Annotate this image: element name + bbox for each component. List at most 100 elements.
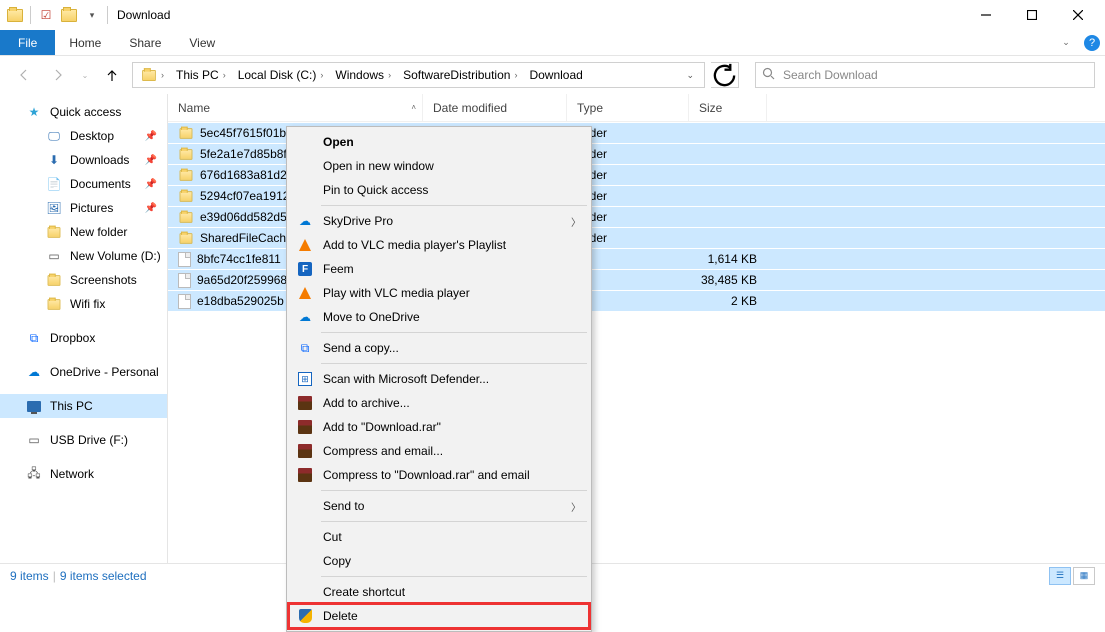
address-bar[interactable]: › This PC› Local Disk (C:)› Windows› Sof… (132, 62, 705, 88)
breadcrumb-segment[interactable]: This PC› (172, 68, 232, 82)
sidebar-item[interactable]: Wifi fix (0, 292, 167, 316)
sidebar-item-icon (46, 272, 62, 288)
sidebar-usb-drive[interactable]: ▭ USB Drive (F:) (0, 428, 167, 452)
menu-item-label: Create shortcut (323, 585, 405, 599)
help-icon[interactable]: ? (1079, 30, 1105, 55)
menu-separator (321, 576, 587, 577)
menu-separator (321, 490, 587, 491)
folder-icon (4, 4, 26, 26)
menu-item[interactable]: ☁SkyDrive Pro〉 (289, 209, 589, 233)
menu-separator (321, 205, 587, 206)
qat-properties-icon[interactable]: ☑ (35, 4, 57, 26)
menu-item-label: Copy (323, 554, 351, 568)
view-details-button[interactable]: ☰ (1049, 567, 1071, 585)
menu-item[interactable]: Compress to "Download.rar" and email (289, 463, 589, 487)
nav-up-button[interactable] (98, 61, 126, 89)
sidebar-item-label: New folder (70, 225, 127, 239)
tab-home[interactable]: Home (55, 30, 115, 55)
pin-icon: 📌 (145, 131, 157, 142)
menu-item[interactable]: Delete (289, 604, 589, 628)
address-dropdown-icon[interactable]: ⌄ (680, 70, 700, 81)
menu-item[interactable]: Send to〉 (289, 494, 589, 518)
ribbon-tabs: File Home Share View ⌄ ? (0, 30, 1105, 56)
sidebar-network[interactable]: 🖧 Network (0, 462, 167, 486)
nav-recent-dropdown[interactable]: ⌄ (78, 61, 92, 89)
menu-item[interactable]: ⊞Scan with Microsoft Defender... (289, 367, 589, 391)
sidebar-item[interactable]: 🖵Desktop📌 (0, 124, 167, 148)
sidebar-item[interactable]: ▭New Volume (D:) (0, 244, 167, 268)
menu-item[interactable]: ☁Move to OneDrive (289, 305, 589, 329)
sidebar-item[interactable]: 🖼Pictures📌 (0, 196, 167, 220)
menu-item[interactable]: Cut (289, 525, 589, 549)
menu-item-label: Add to archive... (323, 396, 410, 410)
address-bar-row: ⌄ › This PC› Local Disk (C:)› Windows› S… (0, 56, 1105, 94)
breadcrumb-segment[interactable]: Download (525, 68, 586, 82)
menu-item-label: Send to (323, 499, 364, 513)
defender-icon: ⊞ (295, 369, 315, 389)
view-large-icons-button[interactable]: ▦ (1073, 567, 1095, 585)
breadcrumb-segment[interactable]: Local Disk (C:)› (234, 68, 330, 82)
search-icon (762, 67, 775, 83)
breadcrumb-segment[interactable]: Windows› (331, 68, 397, 82)
sidebar-dropbox[interactable]: ⧉ Dropbox (0, 326, 167, 350)
menu-item[interactable]: Open (289, 130, 589, 154)
menu-item[interactable]: Compress and email... (289, 439, 589, 463)
close-button[interactable] (1055, 0, 1101, 30)
rar-icon (295, 417, 315, 437)
refresh-button[interactable] (711, 62, 739, 88)
menu-item[interactable]: Add to "Download.rar" (289, 415, 589, 439)
menu-item[interactable]: Play with VLC media player (289, 281, 589, 305)
file-size: 1,614 KB (689, 252, 767, 266)
qat-dropdown-icon[interactable]: ▾ (81, 4, 103, 26)
folder-icon (178, 190, 194, 203)
file-icon (178, 273, 191, 288)
menu-item-label: Play with VLC media player (323, 286, 470, 300)
context-menu: OpenOpen in new windowPin to Quick acces… (286, 126, 592, 632)
tab-file[interactable]: File (0, 30, 55, 55)
column-type[interactable]: Type (567, 94, 689, 121)
menu-item[interactable]: FFeem (289, 257, 589, 281)
nav-back-button[interactable] (10, 61, 38, 89)
breadcrumb-root-icon[interactable]: › (137, 69, 170, 82)
sidebar-this-pc[interactable]: This PC (0, 394, 167, 418)
ribbon-expand-icon[interactable]: ⌄ (1053, 30, 1079, 55)
column-size[interactable]: Size (689, 94, 767, 121)
column-name[interactable]: Name˄ (168, 94, 423, 121)
menu-item[interactable]: Add to VLC media player's Playlist (289, 233, 589, 257)
column-date[interactable]: Date modified (423, 94, 567, 121)
navigation-pane: ★ Quick access 🖵Desktop📌⬇Downloads📌 📄 Docu… (0, 94, 168, 563)
sidebar-item-icon: 📄 (46, 176, 62, 192)
sidebar-item-label: Documents (70, 177, 131, 191)
status-selected-count: 9 items selected (60, 569, 147, 583)
sidebar-item[interactable]: 📄Documents📌 (0, 172, 167, 196)
tab-share[interactable]: Share (115, 30, 175, 55)
tab-view[interactable]: View (175, 30, 229, 55)
title-bar: ☑ ▾ Download (0, 0, 1105, 30)
menu-item[interactable]: Create shortcut (289, 580, 589, 604)
sidebar-item[interactable]: ⬇Downloads📌 (0, 148, 167, 172)
search-box[interactable]: Search Download (755, 62, 1095, 88)
menu-item[interactable]: Add to archive... (289, 391, 589, 415)
submenu-arrow-icon: 〉 (571, 214, 581, 229)
sidebar-quick-access[interactable]: ★ Quick access (0, 100, 167, 124)
nav-forward-button[interactable] (44, 61, 72, 89)
cloud-icon: ☁ (295, 307, 315, 327)
window-title: Download (117, 8, 170, 22)
file-size: 2 KB (689, 294, 767, 308)
menu-separator (321, 521, 587, 522)
menu-item[interactable]: Copy (289, 549, 589, 573)
menu-item[interactable]: Open in new window (289, 154, 589, 178)
maximize-button[interactable] (1009, 0, 1055, 30)
search-placeholder: Search Download (783, 68, 878, 82)
sidebar-item[interactable]: New folder (0, 220, 167, 244)
minimize-button[interactable] (963, 0, 1009, 30)
pin-icon: 📌 (145, 155, 157, 166)
sidebar-onedrive[interactable]: ☁ OneDrive - Personal (0, 360, 167, 384)
menu-item[interactable]: Pin to Quick access (289, 178, 589, 202)
sidebar-item[interactable]: Screenshots (0, 268, 167, 292)
file-name: 5fe2a1e7d85b8f (200, 147, 287, 161)
qat-newfolder-icon[interactable] (58, 4, 80, 26)
menu-item[interactable]: ⧉Send a copy... (289, 336, 589, 360)
breadcrumb-segment[interactable]: SoftwareDistribution› (399, 68, 523, 82)
vlc-icon (295, 235, 315, 255)
